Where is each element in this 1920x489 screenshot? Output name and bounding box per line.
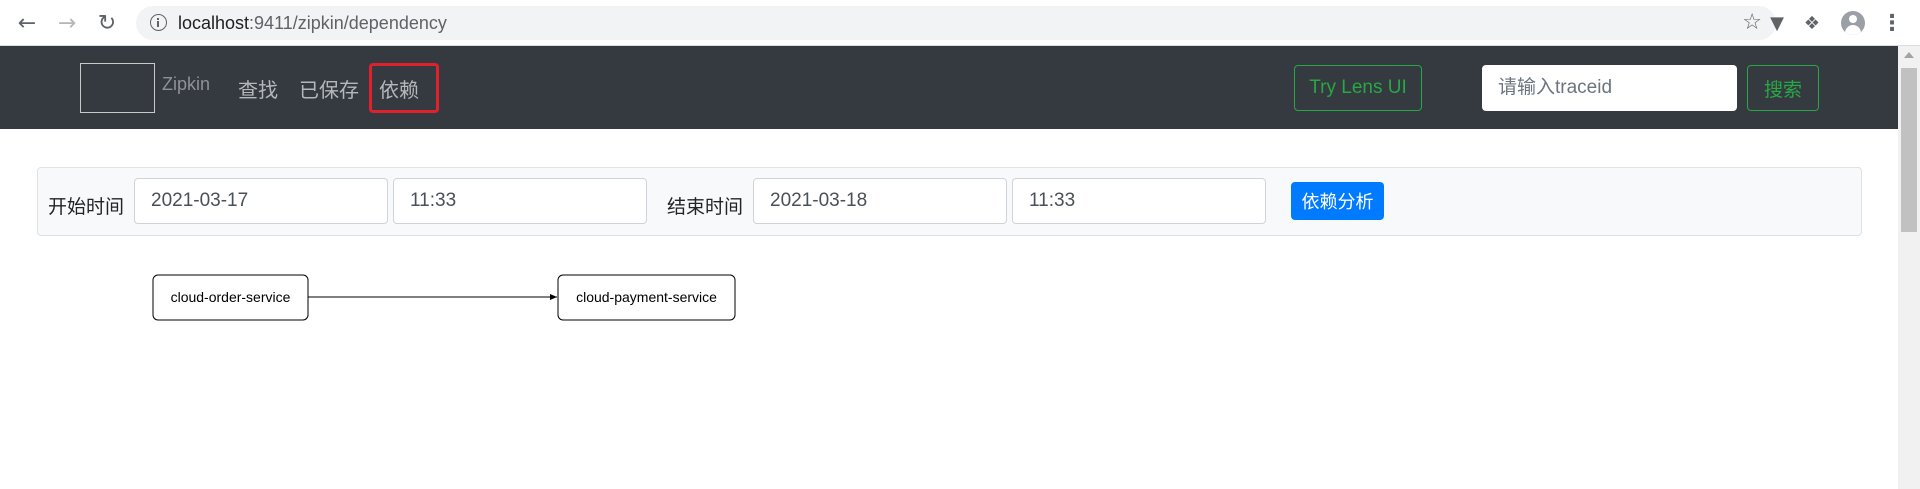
nav-link-saved[interactable]: 已保存 (299, 74, 359, 103)
address-bar[interactable]: localhost:9411/zipkin/dependency ☆ (136, 6, 1776, 40)
profile-avatar-icon[interactable] (1838, 8, 1868, 38)
date-range-panel: 开始时间 2021-03-17 11:33 结束时间 2021-03-18 11… (37, 167, 1862, 236)
try-lens-ui-button[interactable]: Try Lens UI (1294, 65, 1422, 111)
node-label: cloud-order-service (171, 289, 291, 305)
dependency-analyze-button[interactable]: 依赖分析 (1291, 182, 1384, 220)
active-nav-highlight (369, 63, 439, 113)
end-time-input[interactable]: 11:33 (1012, 178, 1266, 224)
url-text[interactable]: localhost:9411/zipkin/dependency (178, 6, 447, 40)
graph-node-order-service[interactable]: cloud-order-service (152, 274, 309, 321)
forward-arrow-icon[interactable]: → (52, 8, 82, 38)
app-navbar: Zipkin 查找 已保存 依赖 Try Lens UI 搜索 (0, 46, 1898, 129)
nav-link-find[interactable]: 查找 (238, 74, 278, 103)
start-date-input[interactable]: 2021-03-17 (134, 178, 388, 224)
back-arrow-icon[interactable]: ← (12, 8, 42, 38)
reload-icon[interactable]: ↻ (92, 8, 122, 38)
page-scrollbar[interactable] (1898, 46, 1920, 489)
logo-image[interactable] (80, 63, 155, 113)
site-info-icon[interactable] (150, 14, 167, 31)
scroll-thumb[interactable] (1901, 68, 1917, 232)
scroll-up-arrow-icon[interactable] (1904, 52, 1914, 58)
start-time-label: 开始时间 (48, 196, 125, 218)
bookmark-star-icon[interactable]: ☆ (1742, 8, 1762, 38)
browser-menu-icon[interactable]: ⋮ (1877, 8, 1907, 38)
search-button[interactable]: 搜索 (1747, 65, 1819, 111)
browser-toolbar: ← → ↻ localhost:9411/zipkin/dependency ☆… (0, 0, 1920, 46)
end-time-label: 结束时间 (667, 196, 744, 218)
start-time-input[interactable]: 11:33 (393, 178, 647, 224)
end-date-input[interactable]: 2021-03-18 (753, 178, 1007, 224)
node-label: cloud-payment-service (576, 289, 717, 305)
extensions-puzzle-icon[interactable]: ❖ (1797, 8, 1827, 38)
brand-name[interactable]: Zipkin (162, 74, 210, 95)
graph-node-payment-service[interactable]: cloud-payment-service (557, 274, 736, 321)
traceid-input[interactable] (1482, 65, 1737, 111)
extension-v-icon[interactable]: ▼ (1762, 8, 1792, 38)
dependency-graph: cloud-order-service cloud-payment-servic… (152, 274, 736, 321)
